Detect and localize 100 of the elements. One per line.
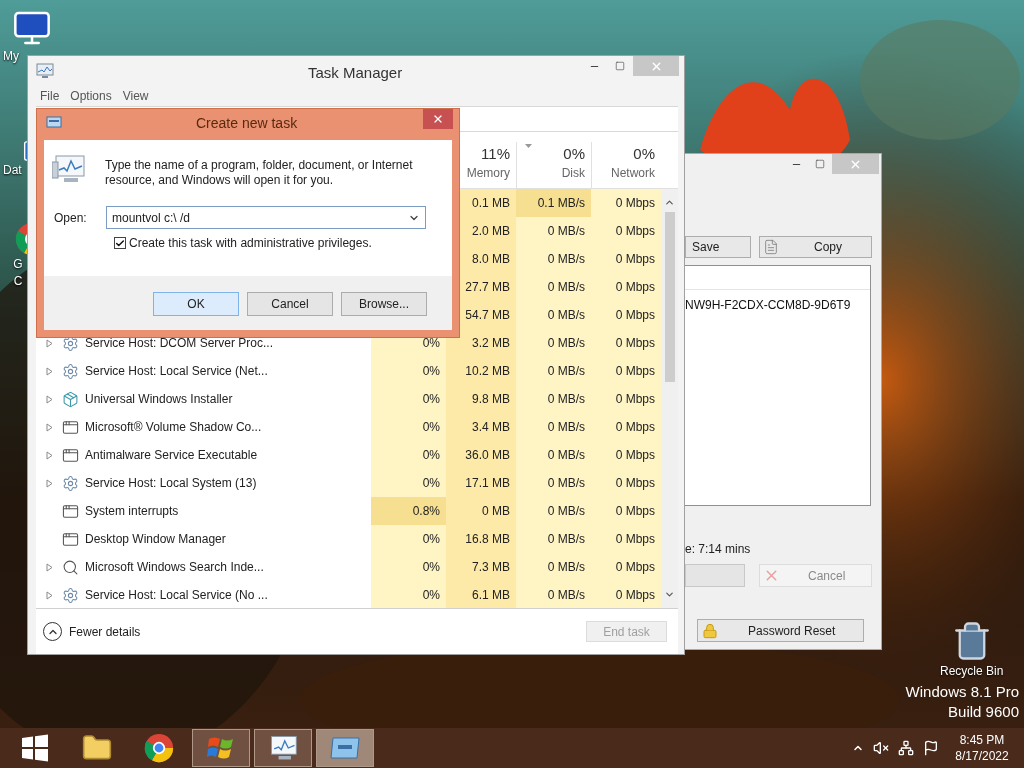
- text-area[interactable]: NW9H-F2CDX-CCM8D-9D6T9: [685, 265, 871, 506]
- clock[interactable]: 8:45 PM 8/17/2022: [948, 732, 1016, 764]
- table-cell-text: 0 MB/s: [547, 307, 585, 324]
- table-cell-text: 0 Mbps: [615, 419, 655, 436]
- dialog-message: Type the name of a program, folder, document, or Internet resource, and Windows will open it for you.: [105, 158, 414, 188]
- table-cell-text: 0%: [422, 559, 440, 576]
- maximize-icon: [815, 159, 825, 169]
- table-cell-text: 0%: [422, 475, 440, 492]
- table-cell-text: 0 Mbps: [615, 307, 655, 324]
- column-header[interactable]: 0% Disk: [516, 142, 591, 188]
- scroll-down-icon[interactable]: [664, 589, 675, 600]
- menu-item[interactable]: Options: [70, 87, 112, 105]
- process-name[interactable]: Microsoft® Volume Shadow Co...: [85, 418, 262, 436]
- os-edition-text: Windows 8.1 Pro: [905, 682, 1019, 702]
- package-icon: [62, 390, 79, 408]
- gear-icon: [62, 586, 79, 604]
- checkbox-label: Create this task with administrative privileges.: [129, 235, 372, 252]
- expand-arrow-icon[interactable]: [46, 562, 53, 572]
- expand-arrow-icon[interactable]: [46, 422, 53, 432]
- window-icon: [62, 502, 79, 520]
- table-cell-text: 0 MB/s: [547, 363, 585, 380]
- table-cell-text: 2.0 MB: [472, 223, 510, 240]
- table-cell-text: 7.3 MB: [472, 559, 510, 576]
- process-name[interactable]: Service Host: Local System (13): [85, 474, 257, 492]
- icon-label: G C: [12, 256, 24, 290]
- table-cell-text: 8.0 MB: [472, 251, 510, 268]
- table-cell-text: 27.7 MB: [465, 279, 510, 296]
- table-cell-text: 0 MB: [482, 503, 510, 520]
- table-cell-text: 0 MB/s: [547, 503, 585, 520]
- process-name[interactable]: Universal Windows Installer: [85, 390, 233, 408]
- table-cell-text: 0 Mbps: [615, 587, 655, 604]
- check-icon: [115, 237, 125, 249]
- table-cell-text: 0 MB/s: [547, 447, 585, 464]
- network-icon[interactable]: [898, 740, 914, 756]
- table-cell-text: 6.1 MB: [472, 587, 510, 604]
- lock-icon: [702, 622, 718, 639]
- start-icon[interactable]: [21, 734, 49, 762]
- table-cell-text: 0 Mbps: [615, 223, 655, 240]
- expand-arrow-icon[interactable]: [46, 338, 53, 348]
- table-cell-text: 0 Mbps: [615, 335, 655, 352]
- expand-arrow-icon[interactable]: [46, 394, 53, 404]
- table-cell-text: 0 Mbps: [615, 475, 655, 492]
- window-icon[interactable]: [330, 736, 360, 760]
- dialog-button[interactable]: OK: [153, 292, 239, 316]
- open-combobox[interactable]: mountvol c:\ /d: [106, 206, 426, 229]
- table-cell-text: 0.1 MB/s: [537, 195, 585, 212]
- process-name[interactable]: Service Host: Local Service (No ...: [85, 586, 268, 604]
- time-remaining-text: e: 7:14 mins: [685, 541, 752, 558]
- column-percent: 11%: [481, 144, 510, 164]
- table-cell-text: 0 Mbps: [615, 559, 655, 576]
- table-cell-text: 0 MB/s: [547, 531, 585, 548]
- dialog-button[interactable]: Browse...: [341, 292, 427, 316]
- process-name[interactable]: Service Host: Local Service (Net...: [85, 362, 268, 380]
- table-cell-text: 0 MB/s: [547, 223, 585, 240]
- password-reset-button[interactable]: Password Reset: [697, 619, 864, 642]
- process-name[interactable]: Microsoft Windows Search Inde...: [85, 558, 264, 576]
- table-cell-text: 16.8 MB: [465, 531, 510, 548]
- process-name[interactable]: Desktop Window Manager: [85, 530, 226, 548]
- window-icon: [62, 418, 79, 436]
- flag-icon[interactable]: [923, 740, 939, 756]
- table-cell-text: 0 Mbps: [615, 195, 655, 212]
- table-cell-text: 0%: [422, 447, 440, 464]
- speaker-muted-icon[interactable]: [873, 740, 889, 756]
- window-icon: [46, 115, 62, 128]
- menu-item[interactable]: File: [40, 87, 60, 105]
- table-cell-text: 0 Mbps: [615, 391, 655, 408]
- monitor-chart-icon: [36, 63, 54, 79]
- save-button[interactable]: Save: [685, 236, 751, 258]
- menu-item[interactable]: View: [122, 87, 149, 105]
- process-name[interactable]: Antimalware Service Executable: [85, 446, 258, 464]
- table-cell-text: 0 Mbps: [615, 279, 655, 296]
- table-cell-text: 0 Mbps: [615, 447, 655, 464]
- browser-icon[interactable]: [144, 733, 174, 763]
- dialog-button[interactable]: Cancel: [247, 292, 333, 316]
- process-name[interactable]: Service Host: DCOM Server Proc...: [85, 334, 274, 352]
- table-cell-text: 0 MB/s: [547, 335, 585, 352]
- table-cell-text: 0%: [422, 419, 440, 436]
- table-cell-text: 0 Mbps: [615, 363, 655, 380]
- fewer-details-button[interactable]: Fewer details: [43, 622, 141, 641]
- monitor-chart-icon: [52, 154, 86, 184]
- expand-arrow-icon[interactable]: [46, 366, 53, 376]
- expand-arrow-icon[interactable]: [46, 478, 53, 488]
- table-cell-text: 54.7 MB: [465, 307, 510, 324]
- table-cell-text: 0%: [422, 391, 440, 408]
- close-button[interactable]: [423, 109, 453, 129]
- window-icon: [62, 446, 79, 464]
- table-cell-text: 3.4 MB: [472, 419, 510, 436]
- document-icon: [763, 239, 779, 255]
- monitor-chart-icon[interactable]: [268, 734, 298, 762]
- table-cell-text: 0 MB/s: [547, 391, 585, 408]
- copy-button[interactable]: Copy: [759, 236, 872, 258]
- expand-arrow-icon[interactable]: [46, 450, 53, 460]
- scroll-thumb[interactable]: [664, 212, 675, 382]
- table-cell-text: 0 MB/s: [547, 475, 585, 492]
- icon-label: My: [3, 48, 19, 65]
- process-name[interactable]: System interrupts: [85, 502, 179, 520]
- admin-checkbox[interactable]: [114, 237, 126, 249]
- column-header[interactable]: 0% Network: [591, 142, 661, 188]
- scrollbar[interactable]: [661, 189, 678, 608]
- expand-arrow-icon[interactable]: [46, 590, 53, 600]
